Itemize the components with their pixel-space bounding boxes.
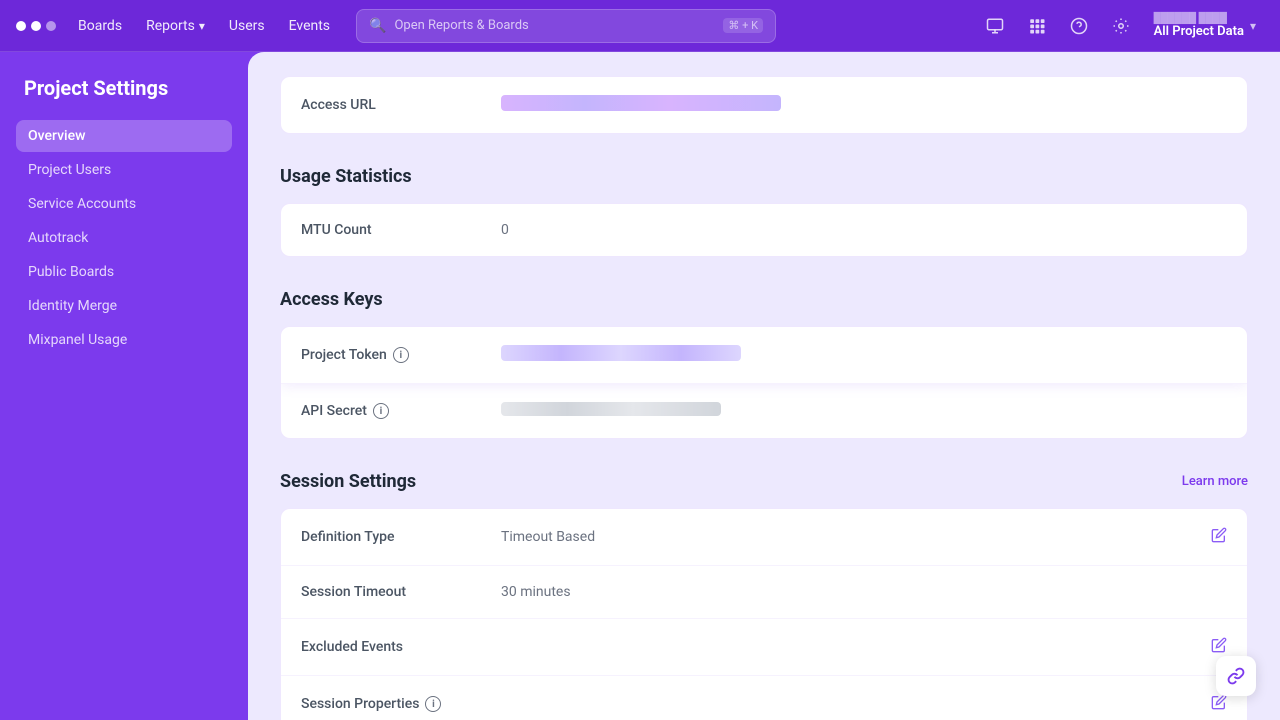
- access-url-blurred: [501, 95, 781, 111]
- help-icon-btn[interactable]: [1062, 9, 1096, 43]
- access-keys-header: Access Keys: [280, 289, 1248, 310]
- session-settings-header: Session Settings Learn more: [280, 471, 1248, 492]
- settings-icon-btn[interactable]: [1104, 9, 1138, 43]
- reports-chevron-icon: [199, 18, 205, 34]
- session-timeout-label: Session Timeout: [301, 584, 501, 600]
- session-properties-info-icon[interactable]: i: [425, 696, 441, 712]
- search-shortcut: ⌘ + K: [723, 18, 763, 33]
- api-secret-info-icon[interactable]: i: [373, 403, 389, 419]
- access-keys-card: Project Token i API Secret i: [280, 326, 1248, 439]
- learn-more-link[interactable]: Learn more: [1182, 474, 1248, 489]
- session-timeout-value: 30 minutes: [501, 584, 1227, 600]
- logo-dot-1: [16, 21, 26, 31]
- project-token-value: [501, 345, 1227, 365]
- excluded-events-label: Excluded Events: [301, 639, 501, 655]
- access-url-label: Access URL: [301, 97, 501, 113]
- sidebar-item-autotrack[interactable]: Autotrack: [16, 222, 232, 254]
- sidebar-item-identity-merge[interactable]: Identity Merge: [16, 290, 232, 322]
- excluded-events-edit-icon[interactable]: [1211, 637, 1227, 657]
- project-token-label: Project Token i: [301, 347, 501, 363]
- mtu-count-value: 0: [501, 222, 1227, 238]
- search-icon: 🔍: [369, 18, 386, 34]
- nav-reports[interactable]: Reports: [136, 12, 215, 40]
- session-settings-title: Session Settings: [280, 471, 416, 492]
- project-token-blurred: [501, 345, 741, 361]
- api-secret-row: API Secret i: [281, 384, 1247, 438]
- api-secret-value: [501, 402, 1227, 420]
- access-keys-title: Access Keys: [280, 289, 383, 310]
- project-token-info-icon[interactable]: i: [393, 347, 409, 363]
- nav-users[interactable]: Users: [219, 12, 275, 40]
- nav-right-actions: ██████ ████ All Project Data ▾: [978, 9, 1264, 43]
- main-layout: Project Settings Overview Project Users …: [0, 52, 1280, 720]
- global-search[interactable]: 🔍 Open Reports & Boards ⌘ + K: [356, 9, 776, 43]
- project-display-name: All Project Data: [1154, 24, 1244, 39]
- project-token-row: Project Token i: [281, 327, 1247, 384]
- nav-events[interactable]: Events: [279, 12, 340, 40]
- sidebar-item-mixpanel-usage[interactable]: Mixpanel Usage: [16, 324, 232, 356]
- access-url-card: Access URL: [280, 76, 1248, 134]
- definition-type-edit-icon[interactable]: [1211, 527, 1227, 547]
- access-url-row: Access URL: [281, 77, 1247, 133]
- top-navigation: Boards Reports Users Events 🔍 Open Repor…: [0, 0, 1280, 52]
- session-settings-card: Definition Type Timeout Based Session Ti…: [280, 508, 1248, 720]
- project-org-name: ██████ ████: [1154, 13, 1244, 24]
- sidebar-title: Project Settings: [16, 76, 232, 100]
- usage-stats-title: Usage Statistics: [280, 166, 412, 187]
- mtu-count-row: MTU Count 0: [281, 204, 1247, 256]
- activity-icon-btn[interactable]: [978, 9, 1012, 43]
- session-timeout-row: Session Timeout 30 minutes: [281, 566, 1247, 619]
- nav-boards[interactable]: Boards: [68, 12, 132, 40]
- definition-type-value: Timeout Based: [501, 529, 1211, 545]
- api-secret-blurred: [501, 402, 721, 416]
- definition-type-row: Definition Type Timeout Based: [281, 509, 1247, 566]
- excluded-events-row: Excluded Events: [281, 619, 1247, 676]
- sidebar-item-service-accounts[interactable]: Service Accounts: [16, 188, 232, 220]
- logo-dot-3: [46, 21, 56, 31]
- access-url-value: [501, 95, 1227, 115]
- sidebar: Project Settings Overview Project Users …: [0, 52, 248, 720]
- session-properties-label: Session Properties i: [301, 696, 501, 712]
- main-content: Access URL Usage Statistics MTU Count 0: [248, 52, 1280, 720]
- definition-type-label: Definition Type: [301, 529, 501, 545]
- project-selector[interactable]: ██████ ████ All Project Data ▾: [1146, 9, 1264, 43]
- session-properties-row: Session Properties i: [281, 676, 1247, 720]
- usage-stats-header: Usage Statistics: [280, 166, 1248, 187]
- mtu-count-label: MTU Count: [301, 222, 501, 238]
- link-fab-button[interactable]: [1216, 656, 1256, 696]
- sidebar-item-public-boards[interactable]: Public Boards: [16, 256, 232, 288]
- usage-stats-card: MTU Count 0: [280, 203, 1248, 257]
- project-chevron-icon: ▾: [1250, 19, 1256, 33]
- api-secret-label: API Secret i: [301, 403, 501, 419]
- sidebar-item-overview[interactable]: Overview: [16, 120, 232, 152]
- sidebar-item-project-users[interactable]: Project Users: [16, 154, 232, 186]
- logo-dot-2: [31, 21, 41, 31]
- session-properties-edit-icon[interactable]: [1211, 694, 1227, 714]
- search-placeholder: Open Reports & Boards: [394, 18, 528, 33]
- apps-icon-btn[interactable]: [1020, 9, 1054, 43]
- app-logo[interactable]: [16, 21, 56, 31]
